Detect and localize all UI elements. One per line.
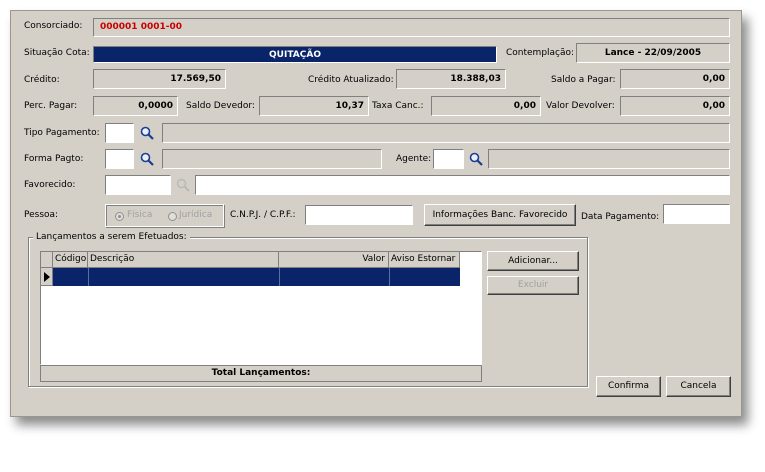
- total-lancamentos-footer: Total Lançamentos:: [40, 365, 482, 382]
- table-row-selected[interactable]: [53, 268, 460, 286]
- agente-label: Agente:: [396, 154, 432, 164]
- info-banc-favorecido-button[interactable]: Informações Banc. Favorecido: [424, 204, 576, 226]
- tipo-pagamento-label: Tipo Pagamento:: [24, 128, 100, 138]
- grid-indicator-header: [41, 252, 53, 268]
- tipo-pagamento-desc-field: [162, 123, 730, 143]
- credito-atualizado-field: 18.388,03: [396, 69, 506, 89]
- tipo-pagamento-search-icon[interactable]: [139, 125, 155, 141]
- taxa-canc-label: Taxa Canc.:: [372, 101, 424, 111]
- tipo-pagamento-code-input[interactable]: [105, 123, 134, 143]
- perc-pagar-label: Perc. Pagar:: [24, 101, 78, 111]
- data-pagamento-label: Data Pagamento:: [581, 212, 660, 222]
- consorcio-quitacao-window: Consorciado: 000001 0001-00 Situação Cot…: [10, 10, 742, 417]
- consorciado-field: 000001 0001-00: [93, 18, 730, 37]
- pessoa-juridica-label: Jurídica: [179, 210, 213, 220]
- forma-pagto-desc-field: [162, 149, 382, 169]
- column-header-valor[interactable]: Valor: [279, 252, 389, 268]
- lancamentos-group-label: Lançamentos a serem Efetuados:: [33, 232, 190, 242]
- situacao-status-bar: QUITAÇÃO: [93, 46, 497, 63]
- favorecido-name-input[interactable]: [195, 175, 730, 195]
- favorecido-search-icon: [176, 178, 190, 192]
- pessoa-radio-group: Física Jurídica: [105, 204, 224, 227]
- forma-pagto-code-input[interactable]: [105, 149, 134, 169]
- contemplacao-label: Contemplação:: [506, 48, 575, 58]
- taxa-canc-field: 0,00: [431, 96, 541, 116]
- row-pointer-icon: [44, 272, 50, 282]
- agente-code-input[interactable]: [433, 149, 464, 169]
- lancamentos-grid[interactable]: Código Descrição Valor Aviso Estornar: [40, 251, 482, 365]
- forma-pagto-label: Forma Pagto:: [24, 154, 84, 164]
- column-header-codigo[interactable]: Código: [53, 252, 88, 268]
- excluir-button[interactable]: Excluir: [487, 276, 579, 295]
- forma-pagto-search-icon[interactable]: [139, 151, 155, 167]
- cell-divider: [88, 268, 89, 286]
- pessoa-fisica-radio[interactable]: [115, 212, 124, 221]
- credito-label: Crédito:: [24, 75, 60, 85]
- adicionar-button[interactable]: Adicionar...: [487, 251, 579, 271]
- column-header-descricao[interactable]: Descrição: [88, 252, 279, 268]
- saldo-devedor-label: Saldo Devedor:: [186, 101, 255, 111]
- saldo-pagar-label: Saldo a Pagar:: [551, 75, 616, 85]
- row-indicator: [41, 268, 53, 286]
- cnpj-cpf-input[interactable]: [305, 205, 413, 225]
- credito-atualizado-label: Crédito Atualizado:: [308, 75, 394, 85]
- pessoa-juridica-radio[interactable]: [168, 212, 177, 221]
- contemplacao-field: Lance - 22/09/2005: [576, 43, 730, 63]
- cell-divider: [389, 268, 390, 286]
- consorciado-value: 000001 0001-00: [100, 22, 183, 32]
- agente-search-icon[interactable]: [468, 151, 484, 167]
- situacao-label: Situação Cota:: [24, 48, 90, 58]
- valor-devolver-label: Valor Devolver:: [546, 101, 615, 111]
- credito-field: 17.569,50: [93, 69, 226, 89]
- cnpj-cpf-label: C.N.P.J. / C.P.F.:: [230, 210, 296, 220]
- saldo-pagar-field: 0,00: [620, 69, 730, 89]
- column-header-aviso-estornar[interactable]: Aviso Estornar: [389, 252, 460, 268]
- saldo-devedor-field: 10,37: [259, 96, 369, 116]
- favorecido-label: Favorecido:: [24, 180, 76, 190]
- confirma-button[interactable]: Confirma: [596, 376, 661, 397]
- pessoa-fisica-label: Física: [127, 210, 153, 220]
- favorecido-code-input[interactable]: [105, 175, 171, 195]
- cancela-button[interactable]: Cancela: [666, 376, 731, 397]
- data-pagamento-input[interactable]: [663, 204, 730, 224]
- consorciado-label: Consorciado:: [24, 21, 83, 31]
- agente-desc-field: [488, 149, 730, 169]
- valor-devolver-field: 0,00: [620, 96, 730, 116]
- pessoa-label: Pessoa:: [24, 210, 59, 220]
- cell-divider: [279, 268, 280, 286]
- perc-pagar-field: 0,0000: [93, 96, 178, 116]
